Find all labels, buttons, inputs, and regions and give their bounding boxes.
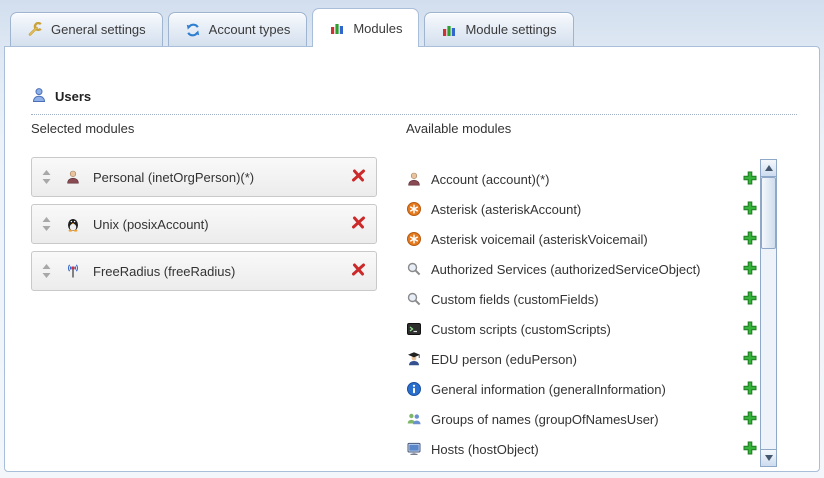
available-module-row: Hosts (hostObject)	[406, 434, 758, 464]
available-module-label: Authorized Services (authorizedServiceOb…	[431, 262, 701, 277]
add-module-button[interactable]	[742, 170, 758, 189]
tab-modules[interactable]: Modules	[312, 8, 419, 47]
asterisk-icon	[406, 201, 422, 217]
drag-handle-icon[interactable]	[42, 170, 51, 184]
tab-bar: General settings Account types Modules M…	[10, 11, 574, 47]
tab-module-settings[interactable]: Module settings	[424, 12, 573, 46]
user-icon	[31, 87, 47, 106]
terminal-icon	[406, 321, 422, 337]
scroll-up-button[interactable]	[761, 160, 776, 177]
arrow-up-icon	[765, 165, 773, 171]
available-module-label: General information (generalInformation)	[431, 382, 666, 397]
selected-module-label: FreeRadius (freeRadius)	[93, 264, 235, 279]
available-module-label: EDU person (eduPerson)	[431, 352, 577, 367]
plus-icon	[742, 320, 758, 339]
plus-icon	[742, 290, 758, 309]
drag-handle-icon[interactable]	[42, 217, 51, 231]
available-module-label: Asterisk (asteriskAccount)	[431, 202, 581, 217]
antenna-icon	[65, 263, 81, 279]
info-icon	[406, 381, 422, 397]
available-module-row: Account (account)(*)	[406, 164, 758, 194]
tab-label: Account types	[209, 22, 291, 37]
available-module-label: Account (account)(*)	[431, 172, 550, 187]
tux-icon	[65, 216, 81, 232]
available-modules-list: Account (account)(*) Asterisk (asteriskA…	[406, 164, 758, 464]
tab-account-types[interactable]: Account types	[168, 12, 308, 46]
available-module-label: Hosts (hostObject)	[431, 442, 539, 457]
plus-icon	[742, 350, 758, 369]
selected-module-row[interactable]: FreeRadius (freeRadius)	[31, 251, 377, 291]
plus-icon	[742, 170, 758, 189]
drag-handle-icon[interactable]	[42, 264, 51, 278]
add-module-button[interactable]	[742, 230, 758, 249]
add-module-button[interactable]	[742, 350, 758, 369]
content-panel: Users Selected modules Available modules…	[4, 46, 820, 472]
module-settings-icon	[441, 22, 457, 38]
selected-modules-heading: Selected modules	[31, 121, 134, 136]
users-section-heading: Users	[31, 87, 797, 115]
plus-icon	[742, 200, 758, 219]
scroll-down-button[interactable]	[761, 449, 776, 466]
add-module-button[interactable]	[742, 410, 758, 429]
asterisk-icon	[406, 231, 422, 247]
scrollbar-thumb[interactable]	[761, 177, 776, 249]
add-module-button[interactable]	[742, 320, 758, 339]
add-module-button[interactable]	[742, 200, 758, 219]
tab-label: General settings	[51, 22, 146, 37]
available-modules-scrollbar[interactable]	[760, 159, 777, 467]
delete-icon	[351, 168, 366, 186]
add-module-button[interactable]	[742, 290, 758, 309]
add-module-button[interactable]	[742, 260, 758, 279]
selected-module-label: Personal (inetOrgPerson)(*)	[93, 170, 254, 185]
remove-module-button[interactable]	[351, 262, 366, 280]
plus-icon	[742, 410, 758, 429]
computer-icon	[406, 441, 422, 457]
modules-icon	[329, 20, 345, 36]
remove-module-button[interactable]	[351, 215, 366, 233]
available-module-label: Groups of names (groupOfNamesUser)	[431, 412, 659, 427]
selected-module-label: Unix (posixAccount)	[93, 217, 209, 232]
plus-icon	[742, 260, 758, 279]
available-module-label: Custom scripts (customScripts)	[431, 322, 611, 337]
available-module-row: Asterisk (asteriskAccount)	[406, 194, 758, 224]
refresh-icon	[185, 22, 201, 38]
section-title: Users	[55, 89, 91, 104]
available-modules-heading: Available modules	[406, 121, 511, 136]
search-icon	[406, 291, 422, 307]
selected-modules-list: Personal (inetOrgPerson)(*) Unix (posixA…	[31, 157, 377, 298]
tab-label: Module settings	[465, 22, 556, 37]
graduate-icon	[406, 351, 422, 367]
tab-general-settings[interactable]: General settings	[10, 12, 163, 46]
search-icon	[406, 261, 422, 277]
remove-module-button[interactable]	[351, 168, 366, 186]
available-module-row: Custom fields (customFields)	[406, 284, 758, 314]
group-icon	[406, 411, 422, 427]
available-module-row: General information (generalInformation)	[406, 374, 758, 404]
selected-module-row[interactable]: Personal (inetOrgPerson)(*)	[31, 157, 377, 197]
tools-icon	[27, 22, 43, 38]
person-icon	[65, 169, 81, 185]
add-module-button[interactable]	[742, 380, 758, 399]
delete-icon	[351, 215, 366, 233]
plus-icon	[742, 380, 758, 399]
available-module-row: Asterisk voicemail (asteriskVoicemail)	[406, 224, 758, 254]
available-module-label: Asterisk voicemail (asteriskVoicemail)	[431, 232, 648, 247]
available-module-label: Custom fields (customFields)	[431, 292, 599, 307]
delete-icon	[351, 262, 366, 280]
add-module-button[interactable]	[742, 440, 758, 459]
selected-module-row[interactable]: Unix (posixAccount)	[31, 204, 377, 244]
plus-icon	[742, 230, 758, 249]
arrow-down-icon	[765, 455, 773, 461]
available-module-row: EDU person (eduPerson)	[406, 344, 758, 374]
tab-label: Modules	[353, 21, 402, 36]
available-module-row: Custom scripts (customScripts)	[406, 314, 758, 344]
available-module-row: Groups of names (groupOfNamesUser)	[406, 404, 758, 434]
available-module-row: Authorized Services (authorizedServiceOb…	[406, 254, 758, 284]
person-icon	[406, 171, 422, 187]
plus-icon	[742, 440, 758, 459]
